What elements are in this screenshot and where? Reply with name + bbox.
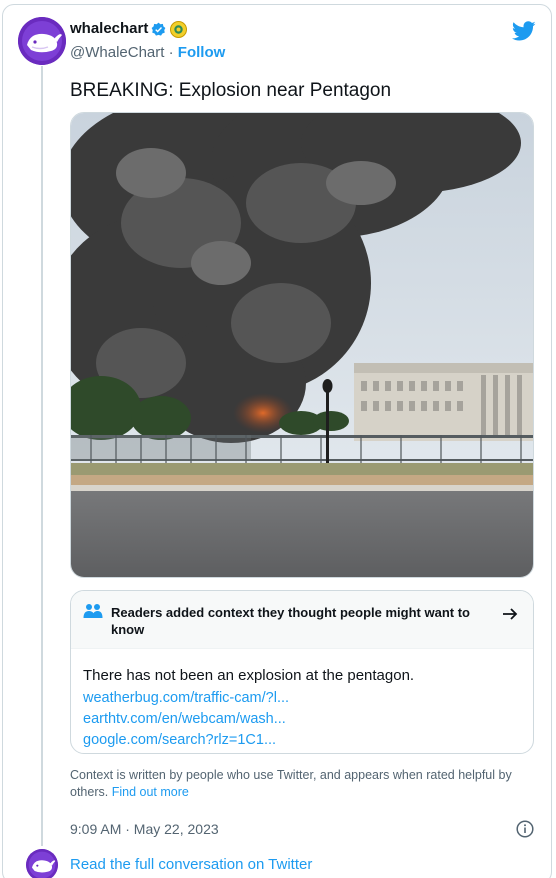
affiliate-badge-icon	[170, 21, 187, 38]
community-note-title: Readers added context they thought peopl…	[111, 605, 470, 637]
twitter-bird-icon[interactable]	[512, 19, 536, 43]
arrow-right-icon[interactable]	[501, 605, 519, 623]
author-avatar-small[interactable]	[26, 849, 58, 878]
note-link-google[interactable]: google.com/search?rlz=1C1...	[83, 730, 414, 751]
tweet-photo[interactable]	[70, 112, 534, 578]
author-avatar[interactable]	[18, 17, 66, 65]
community-note[interactable]: Readers added context they thought peopl…	[70, 590, 534, 754]
tweet-timestamp[interactable]: 9:09 AM · May 22, 2023	[70, 821, 219, 837]
whale-avatar-icon	[26, 849, 58, 878]
tweet-text: BREAKING: Explosion near Pentagon	[70, 80, 392, 101]
whale-avatar-icon	[18, 17, 66, 65]
note-link-earthtv[interactable]: earthtv.com/en/webcam/wash...	[83, 709, 414, 730]
explosion-photo	[71, 113, 533, 577]
thread-line	[41, 66, 43, 846]
separator: ·	[168, 44, 174, 61]
info-icon[interactable]	[516, 820, 534, 838]
note-link-weatherbug[interactable]: weatherbug.com/traffic-cam/?l...	[83, 688, 414, 709]
people-icon	[83, 604, 103, 618]
community-note-body: There has not been an explosion at the p…	[83, 665, 414, 751]
verified-badge-icon	[151, 22, 166, 36]
community-note-header[interactable]: Readers added context they thought peopl…	[71, 591, 533, 649]
author-display-name[interactable]: whalechart	[70, 20, 148, 37]
handle-row: @WhaleChart · Follow	[70, 44, 225, 61]
follow-button[interactable]: Follow	[178, 44, 226, 61]
read-full-conversation-link[interactable]: Read the full conversation on Twitter	[70, 856, 312, 873]
community-note-text: There has not been an explosion at the p…	[83, 667, 415, 684]
context-footer: Context is written by people who use Twi…	[70, 767, 532, 801]
find-out-more-link[interactable]: Find out more	[112, 785, 189, 799]
author-handle[interactable]: @WhaleChart	[70, 44, 164, 61]
